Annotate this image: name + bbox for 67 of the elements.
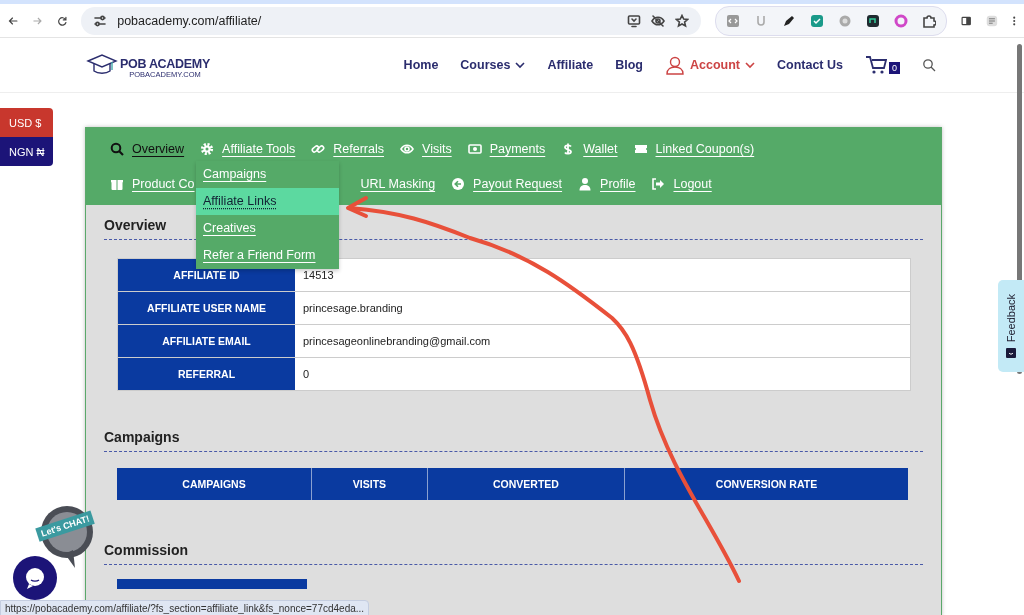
affiliate-nav-link[interactable]: Overview — [132, 141, 185, 156]
affiliate-nav-link[interactable]: Logout — [673, 176, 712, 191]
affiliate-nav-link[interactable]: Referrals — [333, 141, 384, 156]
table-cell: 14513 — [295, 259, 910, 291]
affiliate-nav-link[interactable]: Wallet — [583, 141, 618, 156]
affiliate-nav-link[interactable]: Profile — [600, 176, 636, 191]
dark-square-icon[interactable] — [866, 13, 881, 28]
banknote-icon — [467, 141, 482, 156]
logo-title: POB ACADEMY — [120, 58, 210, 71]
install-icon[interactable] — [627, 13, 642, 28]
currency-button[interactable]: NGN ₦ — [0, 137, 53, 166]
table-row-header: AFFILIATE EMAIL — [118, 325, 295, 357]
section-heading: Campaigns — [104, 423, 923, 452]
arrow-left-circle-icon — [451, 176, 466, 191]
nav-link[interactable]: Account — [665, 55, 755, 75]
person-icon — [578, 176, 593, 191]
nav-link[interactable]: Affiliate — [547, 58, 594, 72]
cart-icon[interactable] — [865, 55, 887, 75]
section-heading: Commission — [104, 536, 923, 565]
table-column-header: CONVERTED — [427, 468, 624, 500]
url-text: pobacademy.com/affiliate/ — [117, 13, 263, 28]
status-bar-url: https://pobacademy.com/affiliate/?fs_section=affiliate_link&fs_nonce=77cd4eda... — [0, 600, 370, 615]
check-square-icon[interactable] — [810, 13, 825, 28]
affiliate-nav-link[interactable]: Affiliate Tools — [222, 141, 296, 156]
table-row-header: REFERRAL — [118, 358, 295, 390]
search-icon — [110, 141, 124, 156]
feedback-tab[interactable]: Feedback — [998, 280, 1024, 372]
feedback-icon — [1006, 348, 1016, 359]
chat-bubble-icon — [23, 566, 47, 590]
affiliate-nav-link[interactable]: Linked Coupon(s) — [655, 141, 755, 156]
gear-icon — [200, 141, 215, 156]
nav-link[interactable]: Contact Us — [777, 58, 843, 72]
puzzle-icon[interactable] — [922, 13, 937, 28]
dropdown-menu-item[interactable]: Creatives — [196, 215, 339, 242]
affiliate-nav-link[interactable]: URL Masking — [360, 176, 436, 191]
color-ring-icon[interactable] — [894, 13, 909, 28]
affiliate-nav-link[interactable]: Visits — [422, 141, 452, 156]
currency-button[interactable]: USD $ — [0, 108, 53, 137]
table-row-header: AFFILIATE USER NAME — [118, 292, 295, 324]
affiliate-nav-link[interactable]: Payments — [489, 141, 546, 156]
table-cell: princesage.branding — [295, 292, 910, 324]
table-column-header: CONVERSION RATE — [624, 468, 908, 500]
eye-slash-icon[interactable] — [651, 13, 666, 28]
search-icon[interactable] — [922, 58, 936, 72]
cart-count-badge: 0 — [889, 62, 900, 74]
site-info-icon[interactable] — [93, 13, 108, 28]
feedback-label: Feedback — [1005, 293, 1017, 343]
dropdown-menu-item[interactable]: Affiliate Links — [196, 188, 339, 215]
chat-button[interactable] — [13, 556, 57, 600]
table-column-header: VISITS — [311, 468, 427, 500]
dropdown-menu-item[interactable]: Campaigns — [196, 161, 339, 188]
nav-link[interactable]: Courses — [460, 58, 526, 72]
table-cell: princesageonlinebranding@gmail.com — [295, 325, 910, 357]
table-column-header: CAMPAIGNS — [117, 468, 311, 500]
address-bar[interactable]: pobacademy.com/affiliate/ — [81, 6, 702, 35]
star-icon[interactable] — [675, 13, 690, 28]
nav-link[interactable]: Home — [403, 58, 439, 72]
chevron-down-icon — [745, 61, 755, 69]
table-cell: 0 — [295, 358, 910, 390]
person-outline-icon — [665, 55, 685, 75]
logout-icon — [651, 176, 666, 191]
nav-link[interactable]: Blog — [615, 58, 643, 72]
affiliate-nav-link[interactable]: Payout Request — [473, 176, 563, 191]
affiliate-nav-link[interactable]: Product Co — [132, 176, 195, 191]
pen-icon[interactable] — [782, 13, 797, 28]
code-icon[interactable] — [726, 13, 741, 28]
chevron-down-icon — [515, 61, 526, 69]
